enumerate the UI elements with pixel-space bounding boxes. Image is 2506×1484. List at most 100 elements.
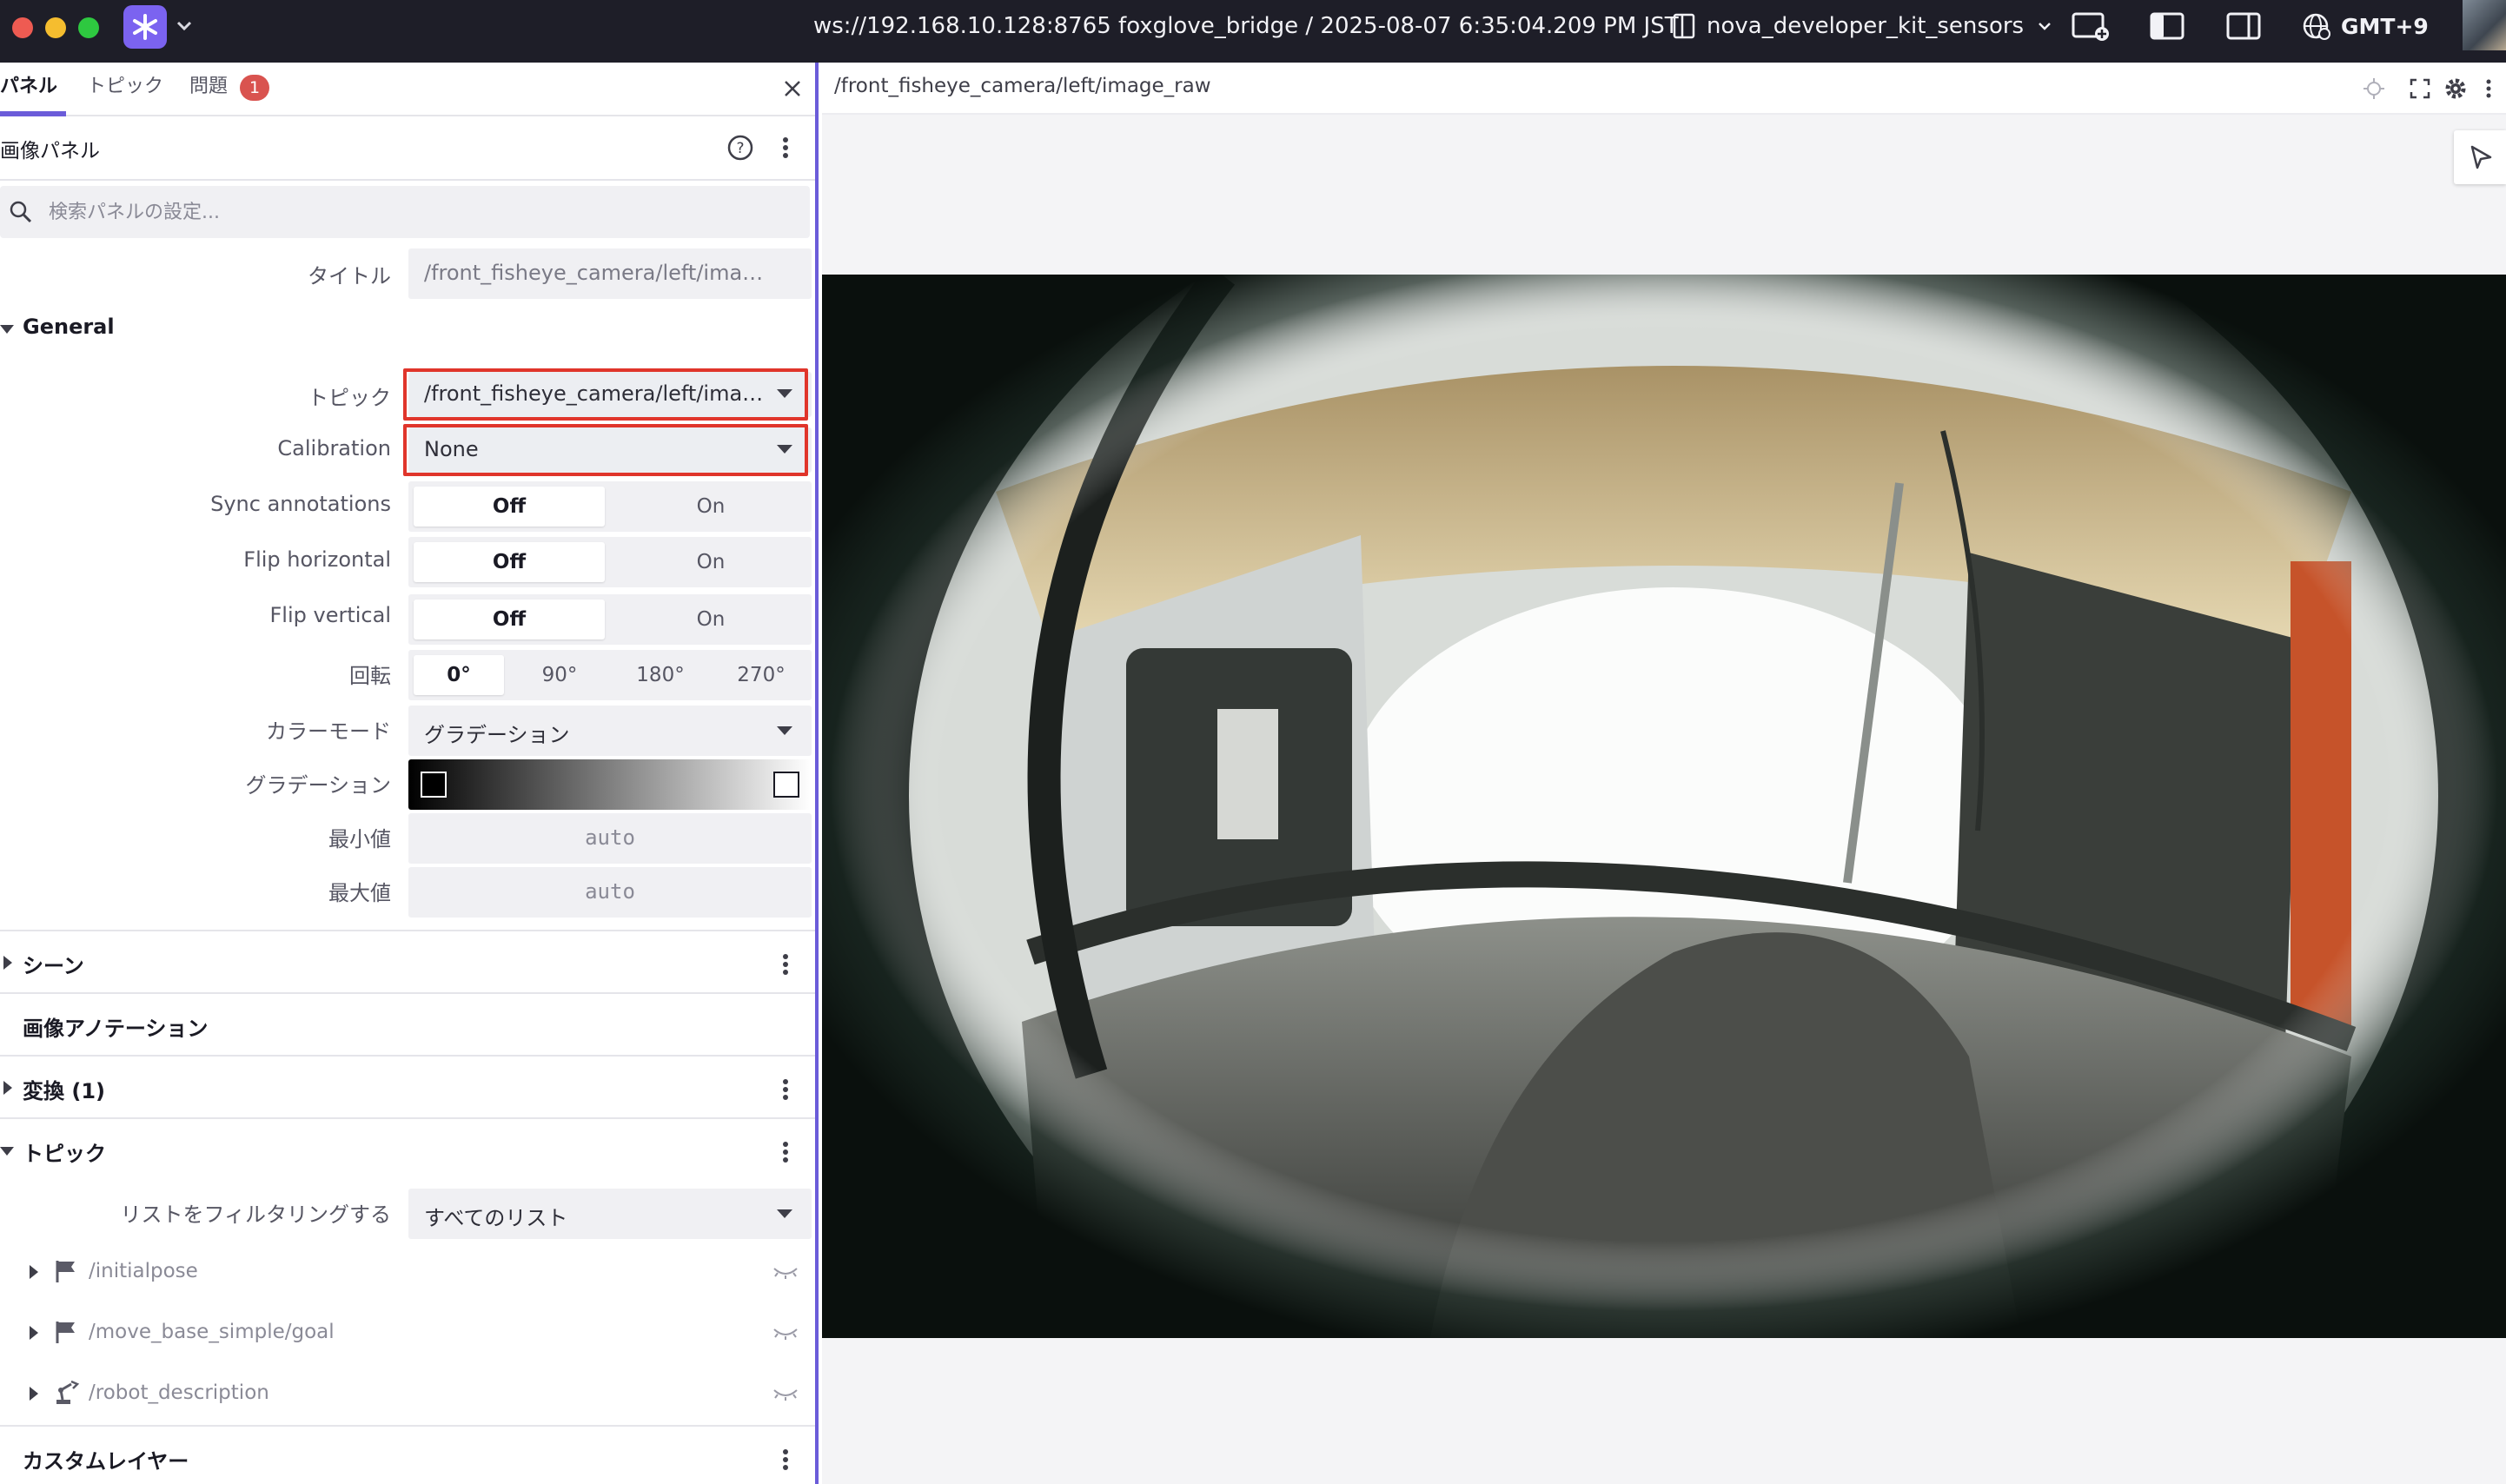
section-transforms-title: 変換 (1) (23, 1079, 105, 1103)
topic-filter-label: リストをフィルタリングする (120, 1202, 391, 1227)
title-value: /front_fisheye_camera/left/image_raw (424, 261, 772, 285)
topic-item-label: /move_base_simple/goal (89, 1321, 335, 1343)
flip-horizontal-label: Flip horizontal (243, 547, 391, 572)
flip-vertical-on[interactable]: On (615, 600, 806, 639)
color-mode-value: グラデーション (424, 723, 570, 747)
left-sidebar: パネル トピック 問題 1 画像パネル ? タイトル /front_fishey… (0, 63, 819, 1484)
window-close-button[interactable] (12, 17, 33, 38)
help-icon[interactable]: ? (726, 134, 754, 162)
app-logo-button[interactable] (123, 5, 167, 49)
tab-topics[interactable]: トピック (87, 73, 163, 101)
topic-item-label: /robot_description (89, 1381, 269, 1404)
title-bar: ws://192.168.10.128:8765 foxglove_bridge… (0, 0, 2506, 63)
more-options-icon[interactable] (780, 134, 791, 162)
flag-icon (56, 1322, 75, 1343)
fullscreen-icon[interactable] (2409, 76, 2431, 101)
more-options-icon[interactable] (2483, 76, 2494, 101)
flip-horizontal-on[interactable]: On (615, 542, 806, 582)
title-label: タイトル (308, 264, 391, 288)
expand-triangle-icon (30, 1265, 38, 1279)
add-panel-icon[interactable] (2072, 10, 2110, 42)
section-custom-layers[interactable]: カスタムレイヤー (0, 1425, 815, 1484)
image-panel-title[interactable]: /front_fisheye_camera/left/image_raw (834, 75, 1211, 97)
more-options-icon[interactable] (780, 951, 791, 978)
user-avatar[interactable] (2463, 0, 2506, 50)
visibility-hidden-icon[interactable] (772, 1383, 799, 1404)
more-options-icon[interactable] (780, 1138, 791, 1166)
topic-label: トピック (308, 386, 391, 410)
svg-text:?: ? (736, 140, 744, 157)
rotation-0[interactable]: 0° (414, 655, 504, 695)
image-panel-toolbar: /front_fisheye_camera/left/image_raw (822, 63, 2506, 115)
flip-vertical-label: Flip vertical (269, 603, 392, 627)
flip-vertical-off[interactable]: Off (414, 600, 605, 639)
visibility-hidden-icon[interactable] (772, 1322, 799, 1343)
tab-panel[interactable]: パネル (0, 73, 57, 101)
window-minimize-button[interactable] (45, 17, 66, 38)
window-zoom-button[interactable] (78, 17, 99, 38)
visibility-hidden-icon[interactable] (772, 1262, 799, 1282)
tab-problems[interactable]: 問題 (189, 73, 228, 101)
max-value-field[interactable]: auto (408, 867, 812, 918)
topic-item-move-base-goal[interactable]: /move_base_simple/goal (0, 1303, 815, 1364)
rotation-180[interactable]: 180° (615, 655, 706, 695)
topic-item-robot-description[interactable]: /robot_description (0, 1364, 815, 1425)
right-sidebar-toggle-icon[interactable] (2226, 10, 2261, 42)
left-sidebar-toggle-icon[interactable] (2150, 10, 2184, 42)
layout-selector-button[interactable]: nova_developer_kit_sensors (1672, 9, 2055, 43)
interaction-mode-button[interactable] (2454, 130, 2506, 184)
section-general[interactable]: General (0, 302, 815, 356)
search-icon (10, 201, 32, 223)
color-mode-label: カラーモード (266, 719, 391, 744)
globe-icon (2303, 13, 2330, 40)
min-value-placeholder: auto (585, 825, 635, 850)
title-field[interactable]: /front_fisheye_camera/left/image_raw (408, 248, 812, 299)
settings-search-box (0, 186, 810, 238)
expand-triangle-icon (30, 1387, 38, 1401)
sync-annotations-off[interactable]: Off (414, 487, 605, 527)
rotation-selector: 0° 90° 180° 270° (408, 650, 812, 700)
app-menu-chevron-down-icon[interactable] (174, 12, 195, 40)
layout-icon (1673, 13, 1695, 39)
settings-search-input[interactable] (49, 195, 796, 229)
cursor-pointer-icon (2470, 145, 2492, 169)
section-custom-layers-title: カスタムレイヤー (23, 1449, 189, 1474)
color-mode-dropdown[interactable]: グラデーション (408, 706, 812, 756)
chevron-down-icon (2039, 23, 2051, 30)
min-value-field[interactable]: auto (408, 813, 812, 864)
settings-gear-icon[interactable] (2443, 76, 2468, 101)
timezone-button[interactable]: GMT+9 (2301, 9, 2429, 43)
rotation-90[interactable]: 90° (514, 655, 605, 695)
min-value-label: 最小値 (328, 827, 391, 851)
more-options-icon[interactable] (780, 1446, 791, 1474)
calibration-label: Calibration (277, 436, 391, 460)
flip-horizontal-off[interactable]: Off (414, 542, 605, 582)
connection-status-text[interactable]: ws://192.168.10.128:8765 foxglove_bridge… (813, 9, 1679, 43)
section-topics[interactable]: トピック (0, 1117, 815, 1180)
highlight-box-calibration (403, 424, 808, 476)
gradient-start-swatch[interactable] (421, 772, 447, 798)
section-transforms[interactable]: 変換 (1) (0, 1055, 815, 1117)
crosshair-icon[interactable] (2362, 76, 2386, 101)
topic-item-initialpose[interactable]: /initialpose (0, 1242, 815, 1303)
section-image-annotations[interactable]: 画像アノテーション (0, 992, 815, 1055)
rotation-label: 回転 (349, 664, 391, 688)
rotation-270[interactable]: 270° (716, 655, 806, 695)
fisheye-camera-frame (822, 275, 2506, 1338)
section-scene-title: シーン (23, 954, 84, 978)
section-image-annotations-title: 画像アノテーション (23, 1017, 209, 1041)
more-options-icon[interactable] (780, 1076, 791, 1103)
sync-annotations-label: Sync annotations (210, 492, 391, 516)
section-scene[interactable]: シーン (0, 930, 815, 992)
problems-count-badge: 1 (240, 75, 269, 101)
gradient-label: グラデーション (245, 773, 391, 798)
camera-image[interactable] (822, 275, 2506, 1338)
close-sidebar-icon[interactable] (779, 75, 806, 103)
sync-annotations-on[interactable]: On (615, 487, 806, 527)
collapse-triangle-icon (0, 325, 14, 334)
robot-arm-icon (56, 1380, 80, 1404)
topic-filter-dropdown[interactable]: すべてのリスト (408, 1189, 812, 1239)
gradient-end-swatch[interactable] (773, 772, 799, 798)
sync-annotations-toggle: Off On (408, 481, 812, 532)
caret-down-icon (777, 1209, 792, 1218)
